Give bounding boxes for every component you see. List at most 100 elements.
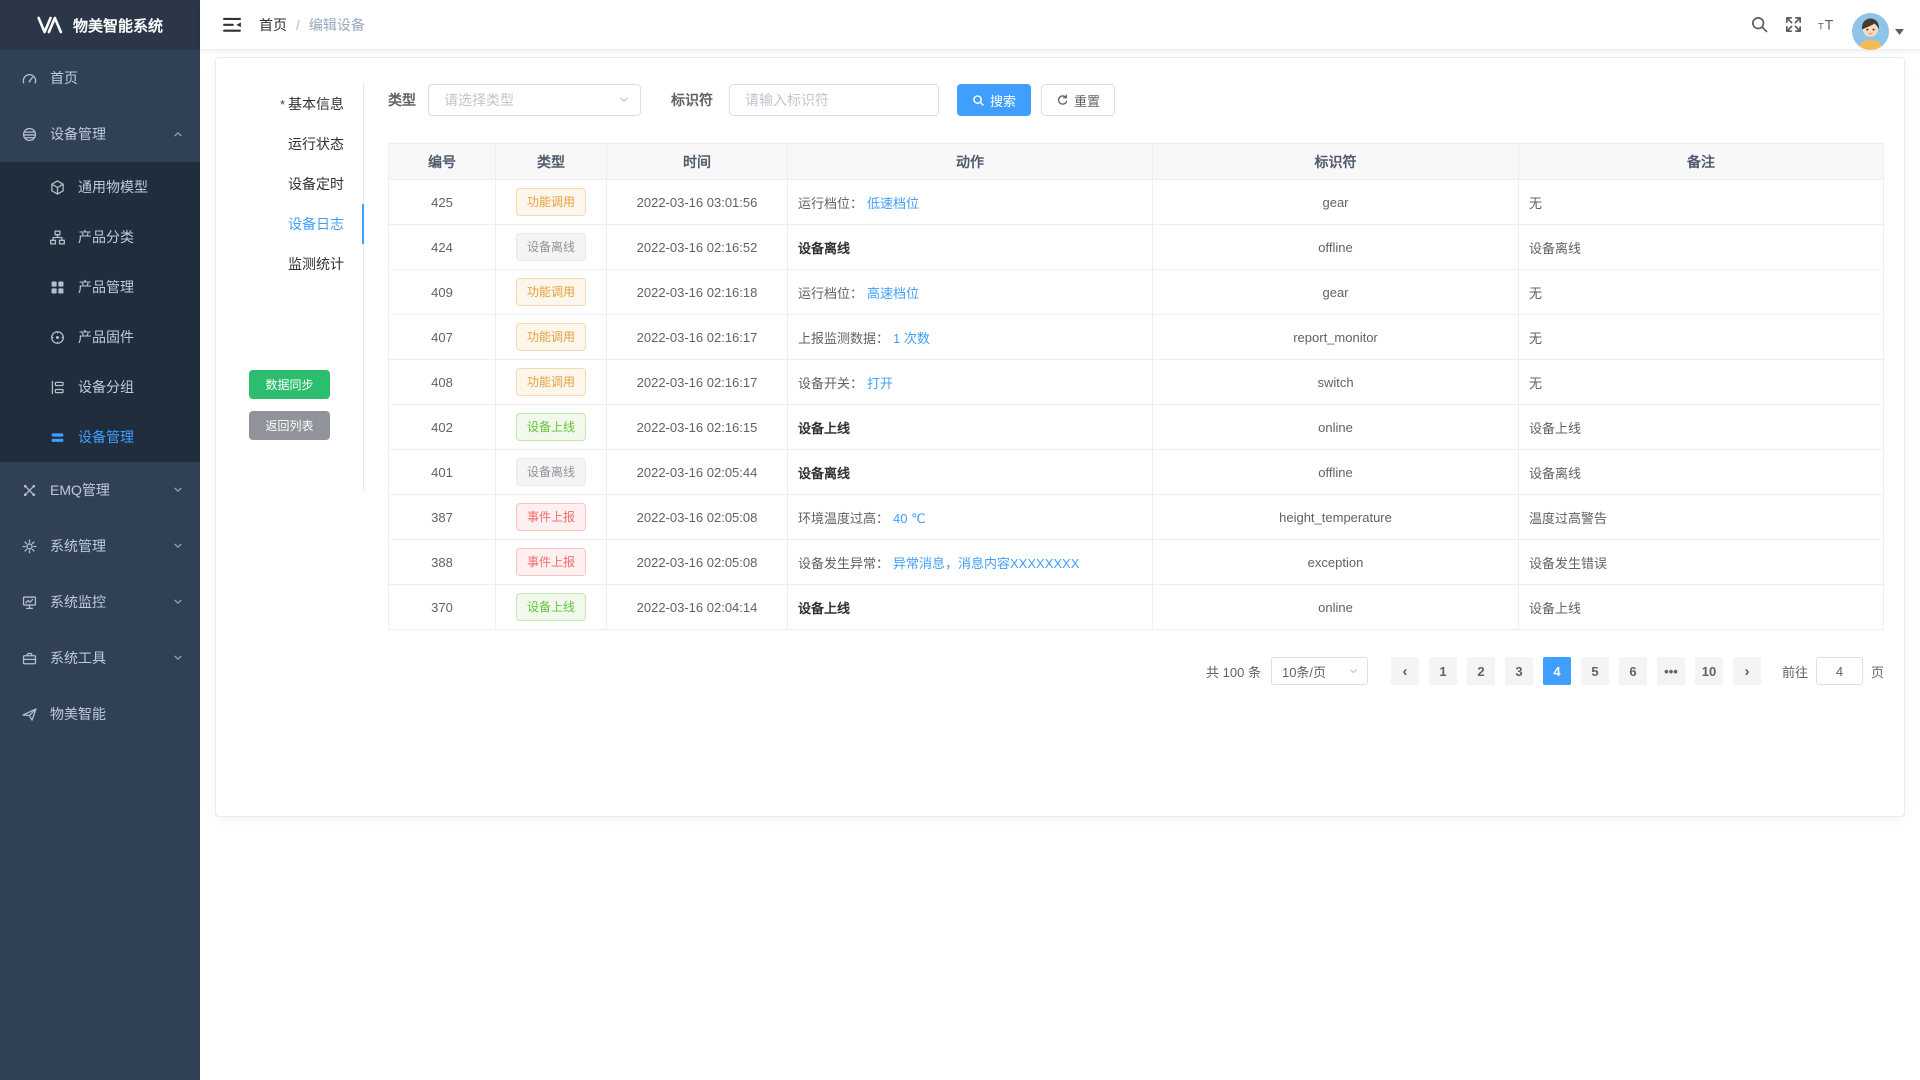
reset-button[interactable]: 重置 [1041,84,1115,116]
page-button[interactable]: 2 [1467,657,1495,685]
action-link[interactable]: 1 次数 [893,331,930,346]
cell-action: 环境温度过高： 40 ℃ [788,495,1153,540]
page-button[interactable]: 6 [1619,657,1647,685]
next-page-button[interactable]: › [1733,657,1761,685]
goto-page: 前往 页 [1782,657,1884,685]
refresh-icon [1056,94,1069,107]
pager: 123456 ••• 10 [1424,657,1728,685]
tab-basic-info[interactable]: *基本信息 [216,84,363,124]
tab-run-status[interactable]: 运行状态 [216,124,363,164]
search-button[interactable]: 搜索 [957,84,1031,116]
search-icon[interactable] [1750,15,1769,34]
device-mgmt-submenu: 通用物模型 产品分类 产品管理 产品固件 设备分组 [0,162,200,462]
cell-remark: 设备上线 [1519,585,1884,630]
sidebar: 物美智能系统 首页 设备管理 通用物模型 产品分类 [0,0,200,1080]
action-link[interactable]: 高速档位 [867,286,919,301]
sidebar-item-thing-model[interactable]: 通用物模型 [0,162,200,212]
sidebar-item-device-mgmt[interactable]: 设备管理 [0,106,200,162]
sidebar-item-emq[interactable]: EMQ管理 [0,462,200,518]
collapse-sidebar-icon[interactable] [223,17,241,33]
sidebar-item-system-monitor[interactable]: 系统监控 [0,574,200,630]
tab-monitor-stats[interactable]: 监测统计 [216,244,363,284]
page-button[interactable]: 10 [1695,657,1723,685]
filter-bar: 类型 标识符 搜索 [388,84,1884,116]
back-to-list-button[interactable]: 返回列表 [249,411,330,440]
cell-action: 运行档位： 低速档位 [788,180,1153,225]
action-link[interactable]: 低速档位 [867,196,919,211]
action-link[interactable]: 40 ℃ [893,511,926,526]
cell-identifier: online [1153,585,1519,630]
col-header-id: 编号 [389,144,496,180]
type-tag: 事件上报 [516,503,586,531]
data-sync-button[interactable]: 数据同步 [249,370,330,399]
page-size-select[interactable]: 10条/页 [1271,657,1368,685]
page-button[interactable]: 5 [1581,657,1609,685]
app-root: 物美智能系统 首页 设备管理 通用物模型 产品分类 [0,0,1920,1080]
chevron-down-icon [172,596,184,608]
topbar-actions: TT [1750,0,1904,50]
action-prefix: 运行档位： [798,196,863,211]
page-button[interactable]: 4 [1543,657,1571,685]
sidebar-item-system-tools[interactable]: 系统工具 [0,630,200,686]
page-button[interactable]: 3 [1505,657,1533,685]
topbar: 首页 / 编辑设备 TT [200,0,1920,50]
table-row: 370 设备上线 2022-03-16 02:04:14 设备上线 online… [389,585,1884,630]
sidebar-item-home[interactable]: 首页 [0,50,200,106]
type-select[interactable] [428,84,641,116]
device-log-panel: 类型 标识符 搜索 [364,84,1884,816]
sidebar-item-device-mgmt-sub[interactable]: 设备管理 [0,412,200,462]
breadcrumb-home[interactable]: 首页 [259,15,287,35]
monitor-icon [21,594,38,611]
table-header-row: 编号 类型 时间 动作 标识符 备注 [389,144,1884,180]
sitemap-icon [49,229,66,246]
cell-identifier: gear [1153,270,1519,315]
table-row: 402 设备上线 2022-03-16 02:16:15 设备上线 online… [389,405,1884,450]
cell-action: 设备离线 [788,450,1153,495]
table-row: 387 事件上报 2022-03-16 02:05:08 环境温度过高：40 ℃… [389,495,1884,540]
font-size-icon[interactable]: TT [1818,15,1837,34]
sidebar-item-product-firmware[interactable]: 产品固件 [0,312,200,362]
col-header-remark: 备注 [1519,144,1884,180]
identifier-input[interactable] [745,92,928,108]
cell-remark: 设备上线 [1519,405,1884,450]
dashboard-icon [21,70,38,87]
cell-remark: 无 [1519,315,1884,360]
goto-page-input[interactable] [1816,657,1863,685]
sidebar-item-system-mgmt[interactable]: 系统管理 [0,518,200,574]
action-link[interactable]: 打开 [867,376,893,391]
sidebar-menu: 首页 设备管理 通用物模型 产品分类 产品管理 [0,50,200,742]
cell-action: 设备开关：打开 [788,360,1153,405]
type-tag: 功能调用 [516,188,586,216]
cell-type: 事件上报 [496,540,607,585]
cell-type: 设备上线 [496,405,607,450]
table-row: 425 功能调用 2022-03-16 03:01:56 运行档位：低速档位 g… [389,180,1884,225]
type-tag: 功能调用 [516,368,586,396]
sidebar-item-product-category[interactable]: 产品分类 [0,212,200,262]
action-prefix: 环境温度过高： [798,511,889,526]
page-button[interactable]: 1 [1429,657,1457,685]
action-link[interactable]: 异常消息，消息内容XXXXXXXX [893,556,1079,571]
prev-page-button[interactable]: ‹ [1391,657,1419,685]
fullscreen-icon[interactable] [1784,15,1803,34]
cell-id: 408 [389,360,496,405]
device-log-table: 编号 类型 时间 动作 标识符 备注 425 功能调用 2022-03-16 0… [388,143,1884,630]
sidebar-item-device-group[interactable]: 设备分组 [0,362,200,412]
cell-identifier: online [1153,405,1519,450]
logo[interactable]: 物美智能系统 [0,0,200,50]
cell-type: 事件上报 [496,495,607,540]
user-menu[interactable] [1852,13,1904,50]
sidebar-item-product-mgmt[interactable]: 产品管理 [0,262,200,312]
tab-device-log[interactable]: 设备日志 [216,204,363,244]
type-tag: 功能调用 [516,323,586,351]
type-tag: 设备离线 [516,458,586,486]
tree-list-icon [49,379,66,396]
sidebar-item-wumei-smart[interactable]: 物美智能 [0,686,200,742]
svg-text:T: T [1818,21,1824,32]
tab-device-timer[interactable]: 设备定时 [216,164,363,204]
grid-icon [49,279,66,296]
type-select-input[interactable] [444,92,618,108]
cell-time: 2022-03-16 02:05:44 [607,450,788,495]
type-tag: 功能调用 [516,278,586,306]
active-tab-indicator [362,204,364,244]
page-ellipsis-button[interactable]: ••• [1657,657,1685,685]
